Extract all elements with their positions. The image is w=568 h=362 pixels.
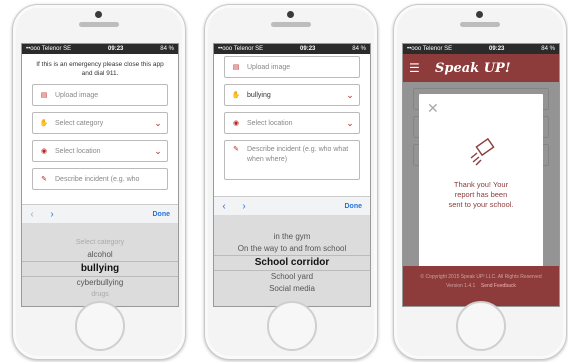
- battery-label: 84 %: [352, 46, 366, 52]
- picker-selected-option[interactable]: bullying: [22, 261, 178, 277]
- globe-icon: ◉: [232, 120, 240, 127]
- next-arrow-icon[interactable]: ›: [234, 201, 254, 212]
- location-picker[interactable]: in the gym On the way to and from school…: [214, 215, 370, 306]
- carrier-label: ••ooo Telenor SE: [26, 46, 72, 52]
- chevron-down-icon: ⌄: [154, 145, 162, 156]
- picker-option[interactable]: cyberbullying: [22, 277, 178, 289]
- camera-dot: [476, 11, 483, 18]
- hand-icon: ✋: [231, 92, 241, 99]
- picker-option[interactable]: Social media: [214, 283, 370, 295]
- picker-option[interactable]: On the way to and from school: [214, 243, 370, 255]
- location-label: Select location: [55, 147, 101, 155]
- picker-option[interactable]: School yard: [214, 271, 370, 283]
- done-button[interactable]: Done: [153, 211, 179, 218]
- speaker-slot: [79, 22, 119, 27]
- picker-option[interactable]: in the gym: [214, 231, 370, 243]
- chevron-down-icon: ⌄: [346, 117, 354, 128]
- app-header: ☰ Speak UP!: [403, 54, 559, 82]
- hand-icon: ✋: [39, 120, 49, 127]
- phone-frame-3: ••ooo Telenor SE 09:23 84 % ☰ Speak UP! …: [393, 4, 567, 360]
- phone-frame-1: ••ooo Telenor SE 09:23 84 % If this is a…: [12, 4, 186, 360]
- hamburger-menu-icon[interactable]: ☰: [409, 61, 425, 75]
- app-footer: © Copyright 2015 Speak UP! LLC. All Righ…: [403, 266, 559, 306]
- previous-arrow-icon[interactable]: ‹: [22, 209, 42, 220]
- home-button[interactable]: [267, 301, 317, 351]
- upload-image-button[interactable]: ▤ Upload image: [32, 84, 168, 106]
- screen-1: ••ooo Telenor SE 09:23 84 % If this is a…: [21, 43, 179, 307]
- describe-incident-placeholder: Describe incident (e.g. who what when wh…: [247, 146, 349, 163]
- screen-2: ••ooo Telenor SE 09:23 84 % ▤ Upload ima…: [213, 43, 371, 307]
- camera-dot: [287, 11, 294, 18]
- picker-option[interactable]: Select category: [22, 237, 178, 249]
- home-button[interactable]: [75, 301, 125, 351]
- done-button[interactable]: Done: [345, 203, 371, 210]
- category-value: bullying: [247, 91, 271, 99]
- confirmation-modal: ✕ Thank you! Your report has been sent t…: [419, 94, 543, 272]
- speaker-slot: [271, 22, 311, 27]
- time-label: 09:23: [489, 46, 505, 52]
- carrier-label: ••ooo Telenor SE: [218, 46, 264, 52]
- previous-arrow-icon[interactable]: ‹: [214, 201, 234, 212]
- pencil-icon: ✎: [41, 176, 47, 183]
- next-arrow-icon[interactable]: ›: [42, 209, 62, 220]
- picker-option[interactable]: alcohol: [22, 249, 178, 261]
- send-feedback-link[interactable]: Send Feedback: [481, 283, 516, 289]
- category-label: Select category: [55, 119, 104, 127]
- category-select[interactable]: ✋ Select category ⌄: [32, 112, 168, 134]
- thank-you-message: Thank you! Your report has been sent to …: [448, 180, 514, 209]
- describe-incident-input[interactable]: ✎ Describe incident (e.g. who what when …: [224, 140, 360, 180]
- picker-toolbar: ‹ › Done: [214, 196, 370, 215]
- chevron-down-icon: ⌄: [346, 89, 354, 100]
- upload-image-label: Upload image: [55, 91, 99, 99]
- battery-label: 84 %: [160, 46, 174, 52]
- picker-option[interactable]: drugs: [22, 289, 178, 301]
- status-bar: ••ooo Telenor SE 09:23 84 %: [214, 44, 370, 54]
- time-label: 09:23: [108, 46, 124, 52]
- picker-selected-option[interactable]: School corridor: [214, 255, 370, 271]
- status-bar: ••ooo Telenor SE 09:23 84 %: [403, 44, 559, 54]
- category-select[interactable]: ✋ bullying ⌄: [224, 84, 360, 106]
- pencil-icon: ✎: [233, 146, 239, 153]
- copyright-text: © Copyright 2015 Speak UP! LLC. All Righ…: [420, 274, 542, 280]
- image-icon: ▤: [40, 92, 48, 99]
- battery-label: 84 %: [541, 46, 555, 52]
- version-text: Version 1.4.1: [446, 283, 476, 289]
- home-button[interactable]: [456, 301, 506, 351]
- location-select[interactable]: ◉ Select location ⌄: [224, 112, 360, 134]
- image-icon: ▤: [232, 64, 240, 71]
- close-icon[interactable]: ✕: [427, 100, 439, 117]
- emergency-notice: If this is an emergency please close thi…: [36, 61, 164, 77]
- speaker-slot: [460, 22, 500, 27]
- phone-frame-2: ••ooo Telenor SE 09:23 84 % ▤ Upload ima…: [204, 4, 378, 360]
- upload-image-button[interactable]: ▤ Upload image: [224, 56, 360, 78]
- status-bar: ••ooo Telenor SE 09:23 84 %: [22, 44, 178, 54]
- sent-envelope-icon: [470, 138, 495, 166]
- brand-logo: Speak UP!: [435, 60, 511, 76]
- chevron-down-icon: ⌄: [154, 117, 162, 128]
- screen-3: ••ooo Telenor SE 09:23 84 % ☰ Speak UP! …: [402, 43, 560, 307]
- describe-incident-placeholder: Describe incident (e.g. who: [55, 175, 140, 183]
- picker-toolbar: ‹ › Done: [22, 204, 178, 223]
- category-picker[interactable]: Select category alcohol bullying cyberbu…: [22, 223, 178, 306]
- time-label: 09:23: [300, 46, 316, 52]
- carrier-label: ••ooo Telenor SE: [407, 46, 453, 52]
- location-label: Select location: [247, 119, 293, 127]
- location-select[interactable]: ◉ Select location ⌄: [32, 140, 168, 162]
- globe-icon: ◉: [40, 148, 48, 155]
- camera-dot: [95, 11, 102, 18]
- upload-image-label: Upload image: [247, 63, 291, 71]
- describe-incident-input[interactable]: ✎ Describe incident (e.g. who: [32, 168, 168, 190]
